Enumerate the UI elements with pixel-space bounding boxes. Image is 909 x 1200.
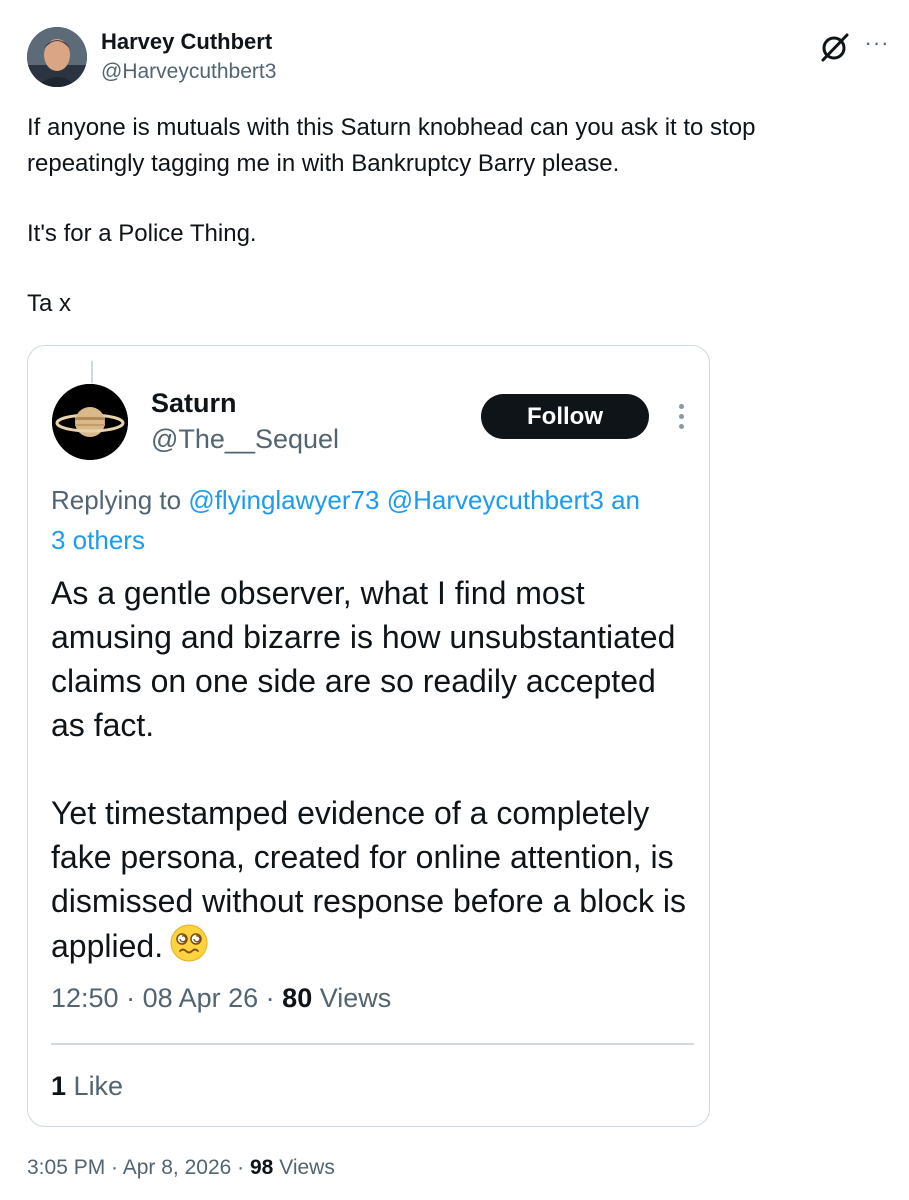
separator: ·	[118, 983, 143, 1013]
thread-line	[91, 361, 93, 383]
quoted-paragraph-text: Yet timestamped evidence of a completely…	[51, 795, 686, 964]
follow-button[interactable]: Follow	[481, 394, 649, 439]
quoted-post-card[interactable]: Saturn @The__Sequel Follow Replying to @…	[27, 345, 710, 1127]
post-views-count: 98	[250, 1156, 274, 1179]
others-link[interactable]: 3 others	[51, 525, 145, 555]
post-paragraph: If anyone is mutuals with this Saturn kn…	[27, 114, 756, 177]
quoted-author-handle[interactable]: @The__Sequel	[151, 424, 339, 455]
post-views-label[interactable]: Views	[279, 1156, 335, 1179]
separator: ·	[231, 1156, 250, 1179]
quoted-paragraph: As a gentle observer, what I find most a…	[51, 575, 676, 743]
more-options-icon[interactable]: ···	[862, 28, 892, 58]
author-handle[interactable]: @Harveycuthbert3	[101, 60, 276, 84]
separator: ·	[258, 983, 283, 1013]
quoted-views-label: Views	[319, 983, 392, 1013]
quoted-date[interactable]: 08 Apr 26	[143, 983, 259, 1013]
mention-link[interactable]: @Harveycuthbert3	[387, 485, 604, 515]
mention-link[interactable]: @flyinglawyer73	[188, 485, 379, 515]
woozy-dizzy-face-icon	[169, 923, 209, 963]
post-meta: 3:05 PM · Apr 8, 2026 · 98 Views	[27, 1156, 335, 1180]
quoted-post-text: As a gentle observer, what I find most a…	[51, 571, 691, 1012]
profile-photo-icon	[27, 27, 87, 87]
quoted-likes[interactable]: 1 Like	[51, 1071, 123, 1102]
quoted-views-count: 80	[282, 983, 313, 1013]
likes-count: 1	[51, 1071, 67, 1101]
post: Harvey Cuthbert @Harveycuthbert3 ··· If …	[0, 0, 909, 1200]
quoted-author-avatar[interactable]	[52, 384, 128, 460]
post-time[interactable]: 3:05 PM	[27, 1156, 105, 1179]
replying-prefix: Replying to	[51, 485, 182, 515]
likes-label: Like	[73, 1071, 124, 1101]
post-text: If anyone is mutuals with this Saturn kn…	[27, 110, 877, 356]
saturn-planet-icon	[52, 384, 128, 460]
mention-link[interactable]: an	[611, 485, 640, 515]
separator: ·	[105, 1156, 123, 1179]
quoted-author-name[interactable]: Saturn	[151, 388, 237, 419]
post-paragraph: Ta x	[27, 290, 72, 317]
grok-icon[interactable]	[818, 30, 852, 64]
quoted-paragraph-2: Yet timestamped evidence of a completely…	[51, 791, 691, 968]
divider	[51, 1043, 694, 1045]
vertical-more-icon[interactable]	[676, 404, 686, 434]
post-date[interactable]: Apr 8, 2026	[123, 1156, 232, 1179]
replying-to-line: Replying to @flyinglawyer73 @Harveycuthb…	[51, 480, 709, 560]
author-avatar[interactable]	[27, 27, 87, 87]
quoted-time[interactable]: 12:50	[51, 983, 119, 1013]
post-paragraph: It's for a Police Thing.	[27, 220, 257, 247]
quoted-post-meta: 12:50 · 08 Apr 26 · 80 Views	[51, 983, 391, 1014]
author-name[interactable]: Harvey Cuthbert	[101, 29, 272, 55]
